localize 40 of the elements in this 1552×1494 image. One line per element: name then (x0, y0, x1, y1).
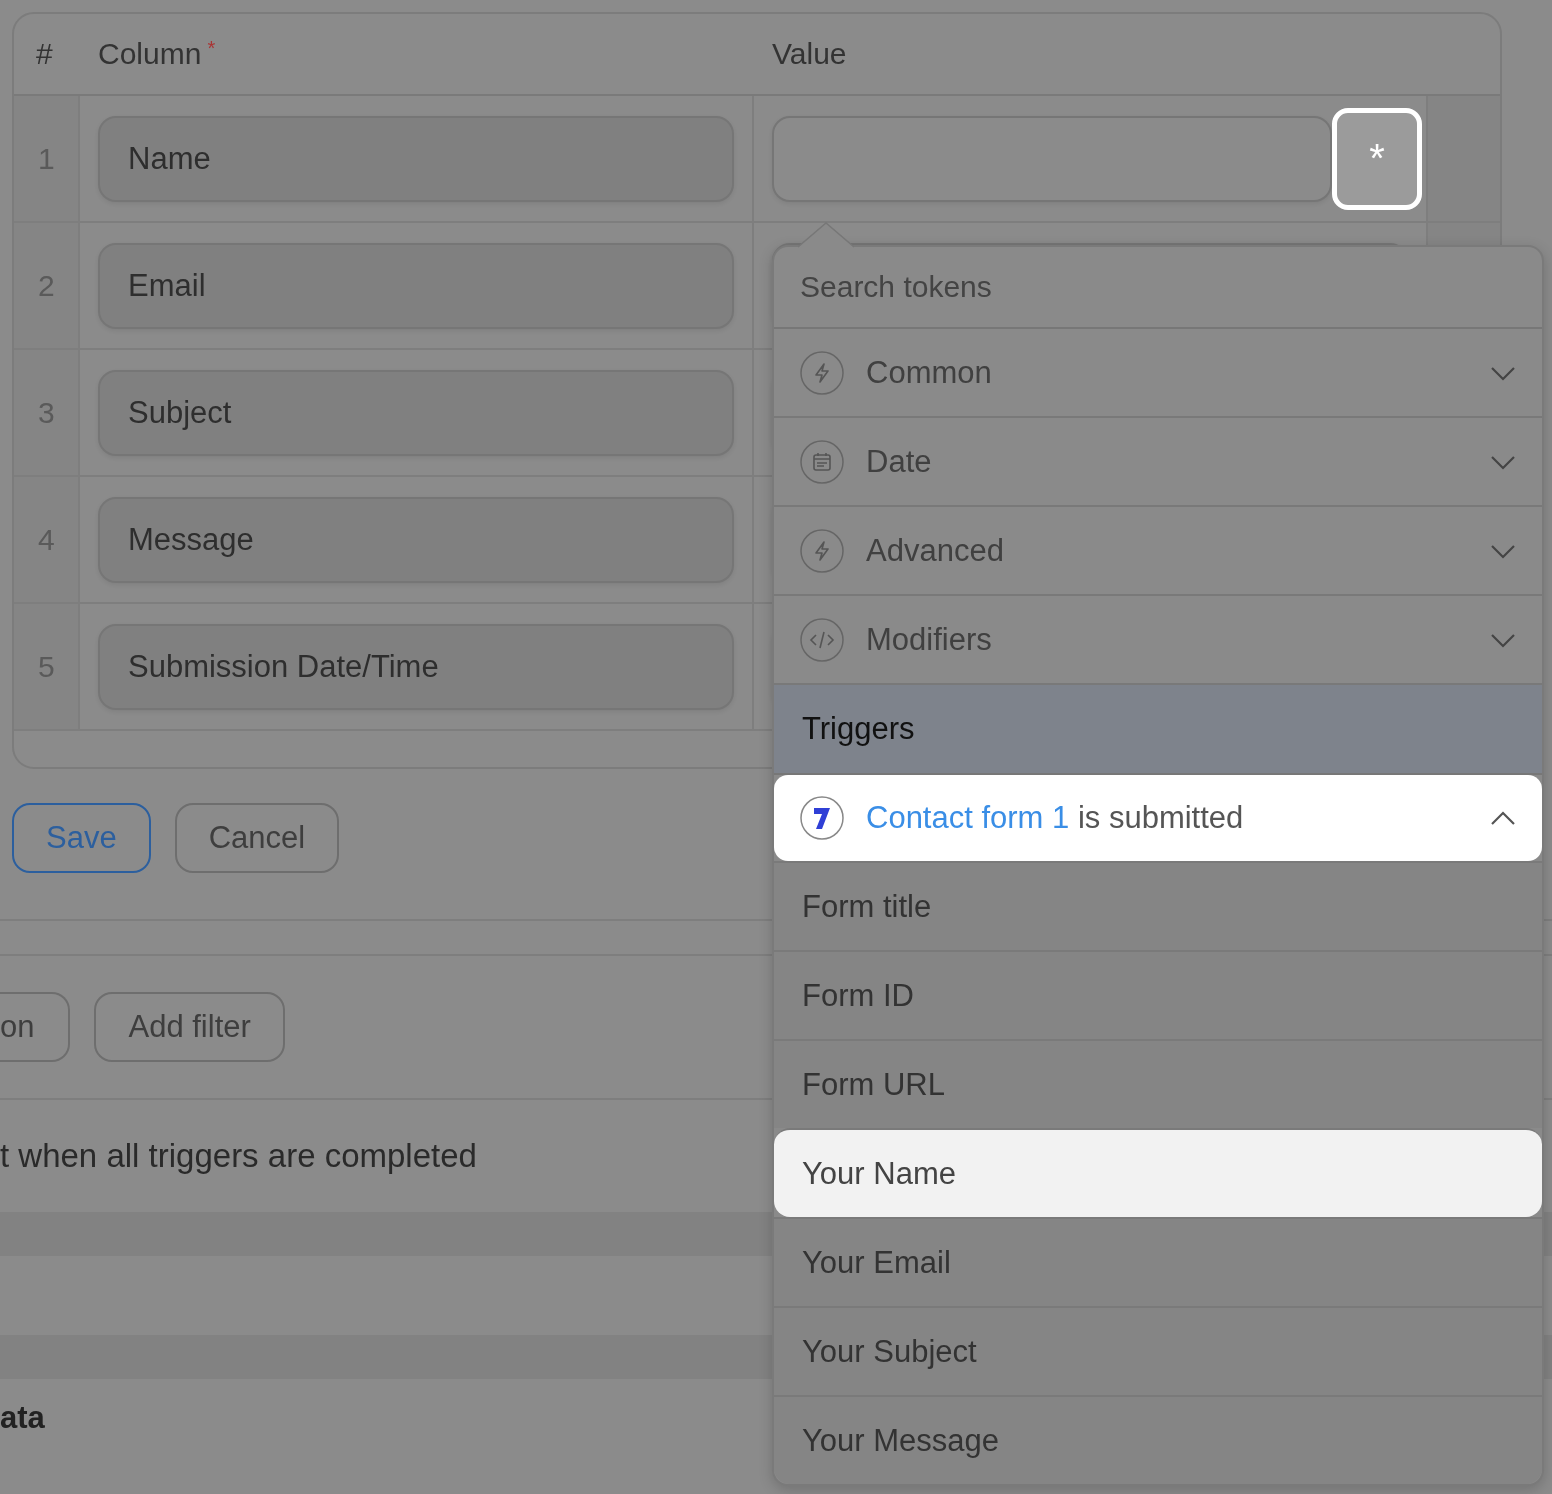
token-group[interactable]: Advanced (774, 507, 1542, 596)
bolt-icon (800, 350, 844, 395)
value-field[interactable] (772, 115, 1332, 202)
token-item[interactable]: Form URL (774, 1039, 1542, 1128)
filter-button[interactable]: on (0, 992, 71, 1062)
token-item[interactable]: Your Name (774, 1128, 1542, 1217)
chevron-icon (1490, 364, 1516, 381)
chevron-icon (1490, 542, 1516, 559)
column-header: Value (772, 37, 847, 70)
code-icon (800, 617, 844, 662)
column-name-field[interactable]: Submission Date/Time (98, 623, 734, 710)
column-name-field[interactable]: Message (98, 496, 734, 583)
chevron-icon (1490, 631, 1516, 648)
token-item[interactable]: Your Message (774, 1395, 1542, 1484)
save-button[interactable]: Save (12, 803, 151, 873)
cancel-button[interactable]: Cancel (174, 803, 340, 873)
token-item[interactable]: Form title (774, 861, 1542, 950)
token-group[interactable]: Common (774, 329, 1542, 418)
required-mark: * (207, 37, 216, 59)
column-name-field[interactable]: Email (98, 242, 734, 329)
token-button[interactable]: * (1332, 107, 1422, 210)
column-header: Column (98, 37, 202, 70)
column-name-field[interactable]: Subject (98, 369, 734, 456)
section-label: ata (0, 1400, 45, 1436)
form-logo-icon (800, 796, 844, 840)
token-item[interactable]: Form ID (774, 950, 1542, 1039)
token-group[interactable]: Date (774, 418, 1542, 507)
token-item[interactable]: Your Subject (774, 1306, 1542, 1395)
trigger-note: t when all triggers are completed (0, 1136, 478, 1176)
column-name-field[interactable]: Name (98, 115, 734, 202)
chevron-icon (1490, 453, 1516, 470)
column-header: # (36, 37, 53, 70)
bolt-icon (800, 528, 844, 573)
calendar-icon (800, 439, 844, 484)
token-group[interactable]: Modifiers (774, 596, 1542, 685)
section-header: Triggers (774, 685, 1542, 775)
trigger-item[interactable]: Contact form 1 is submitted (774, 775, 1542, 861)
token-item[interactable]: Your Email (774, 1217, 1542, 1306)
chevron-icon (1490, 810, 1516, 826)
filter-button[interactable]: Add filter (94, 992, 285, 1062)
